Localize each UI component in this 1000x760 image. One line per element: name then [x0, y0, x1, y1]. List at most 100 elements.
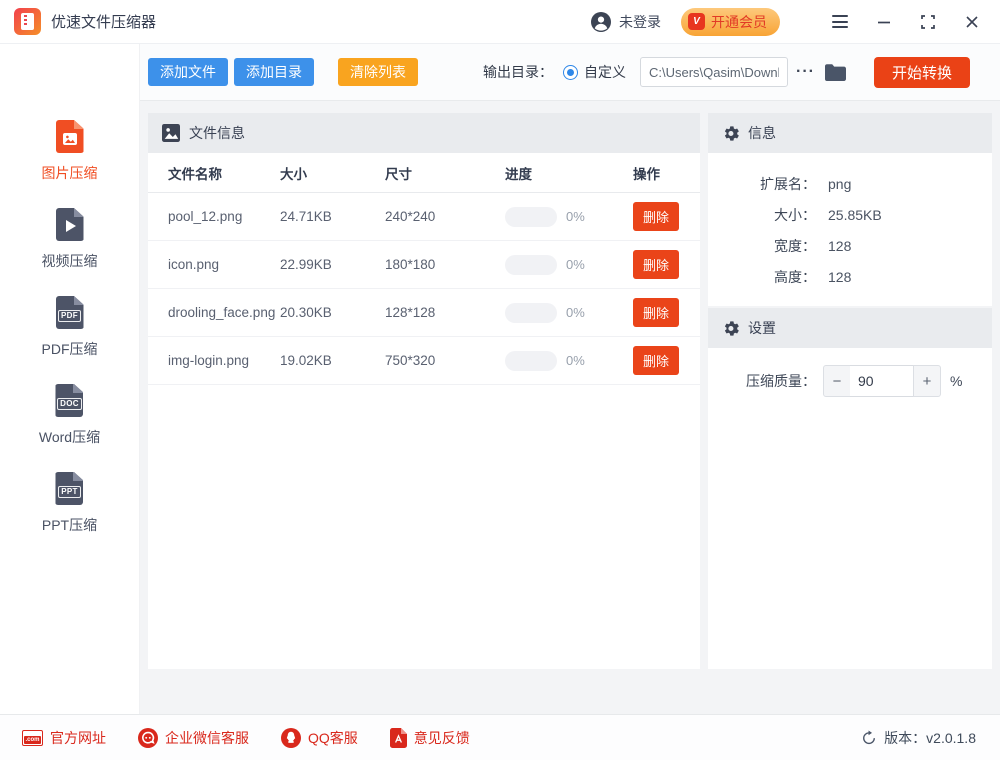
- file-dimensions: 750*320: [385, 353, 505, 368]
- version-info: 版本：v2.0.1.8: [861, 728, 976, 748]
- app-window: 优速文件压缩器 未登录 V 开通会员: [0, 0, 1000, 760]
- file-panel-title: 文件信息: [189, 123, 245, 143]
- qq-icon: [281, 728, 301, 748]
- file-name: icon.png: [168, 257, 219, 272]
- refresh-icon[interactable]: [861, 730, 877, 746]
- vip-upgrade-button[interactable]: V 开通会员: [681, 8, 780, 36]
- footer-link-label: 官方网址: [50, 728, 106, 748]
- ppt-file-icon: PPT: [55, 472, 83, 505]
- feedback-link[interactable]: 意见反馈: [390, 728, 470, 748]
- wechat-support-link[interactable]: 企业微信客服: [138, 728, 249, 748]
- maximize-button[interactable]: [918, 12, 938, 32]
- quality-setting: 压缩质量： − + %: [708, 365, 992, 397]
- content-area: 文件信息 文件名称 大小 尺寸 进度 操作 pool_12.png 24.71K…: [140, 101, 1000, 714]
- sidebar-item-label: 视频压缩: [42, 251, 98, 271]
- close-icon: [965, 15, 979, 29]
- open-folder-button[interactable]: [825, 64, 846, 81]
- info-panel-title: 信息: [748, 123, 776, 143]
- sidebar-item-ppt-compress[interactable]: PPT PPT压缩: [42, 472, 97, 535]
- feedback-icon: [390, 728, 407, 748]
- start-convert-button[interactable]: 开始转换: [874, 57, 970, 88]
- qq-support-link[interactable]: QQ客服: [281, 728, 358, 748]
- quality-decrease-button[interactable]: −: [823, 365, 851, 397]
- file-name: img-login.png: [168, 353, 249, 368]
- output-path-input[interactable]: [640, 57, 788, 87]
- info-field-extension: 扩展名： png: [708, 168, 992, 199]
- custom-radio[interactable]: [563, 65, 578, 80]
- vip-button-label: 开通会员: [711, 12, 767, 32]
- settings-panel-header: 设置: [708, 308, 992, 348]
- footer-link-label: 意见反馈: [414, 728, 470, 748]
- version-label: 版本：v2.0.1.8: [884, 728, 976, 748]
- info-field-height: 高度： 128: [708, 261, 992, 292]
- close-button[interactable]: [962, 12, 982, 32]
- file-list-panel: 文件信息 文件名称 大小 尺寸 进度 操作 pool_12.png 24.71K…: [148, 113, 700, 669]
- vip-icon: V: [688, 13, 705, 30]
- col-header-dimensions: 尺寸: [385, 163, 505, 183]
- quality-input[interactable]: [850, 365, 914, 397]
- quality-increase-button[interactable]: +: [913, 365, 941, 397]
- output-dir-label: 输出目录：: [483, 62, 553, 82]
- delete-button[interactable]: 删除: [633, 298, 679, 327]
- table-row: icon.png 22.99KB 180*180 0% 删除: [148, 241, 700, 289]
- file-name: drooling_face.png: [168, 305, 275, 320]
- image-file-icon: [56, 120, 84, 153]
- login-status-label: 未登录: [619, 12, 661, 32]
- footer: .com 官方网址 企业微信客服 QQ客服 意见反馈 版本：v2.0.1.8: [0, 714, 1000, 760]
- website-icon: .com: [22, 730, 43, 746]
- progress-percent: 0%: [566, 305, 585, 320]
- sidebar: 图片压缩 视频压缩 PDF PDF压缩 DOC Word压缩 PPT PPT压缩: [0, 44, 140, 714]
- sidebar-item-image-compress[interactable]: 图片压缩: [42, 120, 98, 183]
- file-size: 20.30KB: [280, 305, 385, 320]
- info-field-size: 大小： 25.85KB: [708, 199, 992, 230]
- sidebar-item-label: PPT压缩: [42, 515, 97, 535]
- file-size: 22.99KB: [280, 257, 385, 272]
- sidebar-item-label: Word压缩: [39, 427, 100, 447]
- pdf-file-icon: PDF: [56, 296, 84, 329]
- delete-button[interactable]: 删除: [633, 250, 679, 279]
- progress-percent: 0%: [566, 257, 585, 272]
- settings-panel-title: 设置: [748, 318, 776, 338]
- sidebar-item-video-compress[interactable]: 视频压缩: [42, 208, 98, 271]
- hamburger-icon: [832, 15, 848, 28]
- file-dimensions: 128*128: [385, 305, 505, 320]
- details-panel: 信息 扩展名： png 大小： 25.85KB 宽度： 1: [708, 113, 992, 669]
- app-title: 优速文件压缩器: [51, 11, 156, 32]
- user-icon: [590, 11, 612, 33]
- quality-stepper: − +: [823, 365, 941, 397]
- official-website-link[interactable]: .com 官方网址: [22, 728, 106, 748]
- titlebar: 优速文件压缩器 未登录 V 开通会员: [0, 0, 1000, 44]
- add-file-button[interactable]: 添加文件: [148, 58, 228, 86]
- progress-percent: 0%: [566, 353, 585, 368]
- col-header-size: 大小: [280, 163, 385, 183]
- clear-list-button[interactable]: 清除列表: [338, 58, 418, 86]
- sidebar-item-label: 图片压缩: [42, 163, 98, 183]
- login-button[interactable]: 未登录: [590, 11, 661, 33]
- quality-unit-label: %: [950, 373, 962, 389]
- folder-icon: [825, 64, 846, 81]
- menu-button[interactable]: [830, 12, 850, 32]
- table-row: pool_12.png 24.71KB 240*240 0% 删除: [148, 193, 700, 241]
- table-row: img-login.png 19.02KB 750*320 0% 删除: [148, 337, 700, 385]
- footer-link-label: QQ客服: [308, 728, 358, 748]
- info-fields: 扩展名： png 大小： 25.85KB 宽度： 128 高度：: [708, 153, 992, 306]
- sidebar-item-pdf-compress[interactable]: PDF PDF压缩: [42, 296, 98, 359]
- custom-radio-label[interactable]: 自定义: [584, 62, 626, 82]
- minimize-button[interactable]: [874, 12, 894, 32]
- progress-bar: [505, 207, 557, 227]
- delete-button[interactable]: 删除: [633, 202, 679, 231]
- browse-more-button[interactable]: ···: [796, 63, 815, 81]
- doc-file-icon: DOC: [55, 384, 83, 417]
- file-dimensions: 240*240: [385, 209, 505, 224]
- info-panel-header: 信息: [708, 113, 992, 153]
- delete-button[interactable]: 删除: [633, 346, 679, 375]
- sidebar-item-word-compress[interactable]: DOC Word压缩: [39, 384, 100, 447]
- progress-bar: [505, 303, 557, 323]
- maximize-icon: [921, 15, 935, 29]
- progress-bar: [505, 255, 557, 275]
- add-directory-button[interactable]: 添加目录: [234, 58, 314, 86]
- gear-icon: [722, 320, 739, 337]
- table-header: 文件名称 大小 尺寸 进度 操作: [148, 153, 700, 193]
- progress-percent: 0%: [566, 209, 585, 224]
- minimize-icon: [877, 15, 891, 29]
